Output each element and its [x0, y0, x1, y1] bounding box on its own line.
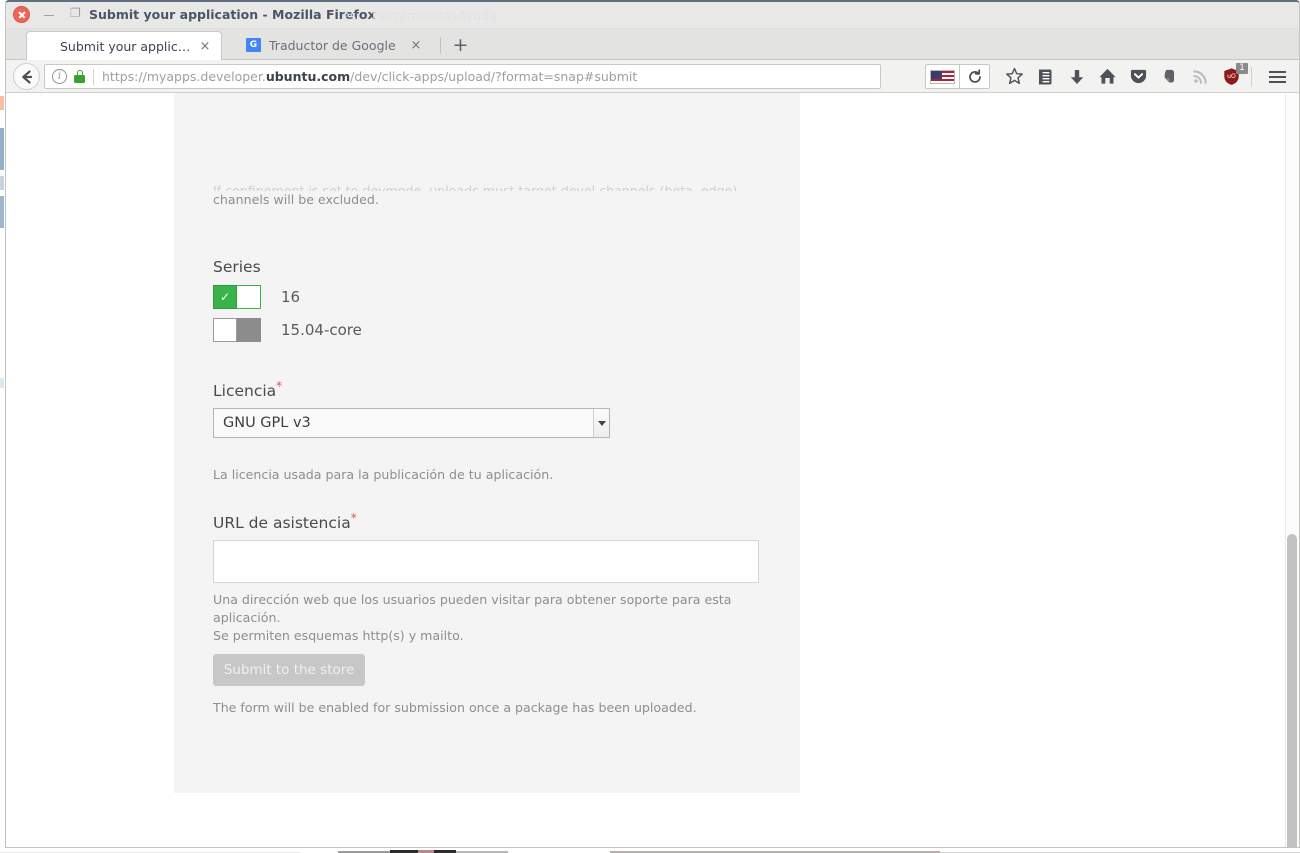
maximize-window-button[interactable] — [69, 5, 84, 22]
launcher-mark — [0, 196, 4, 228]
submit-to-store-button[interactable]: Submit to the store — [213, 654, 365, 686]
series-option-label: 15.04-core — [281, 321, 362, 339]
confinement-note: If confinement is set to devmode, upload… — [213, 182, 753, 209]
new-tab-button[interactable]: + — [450, 35, 471, 56]
downloads-icon[interactable] — [1061, 61, 1092, 92]
license-label-text: Licencia — [213, 382, 277, 401]
hamburger-menu-icon[interactable] — [1262, 61, 1293, 92]
library-icon[interactable] — [1030, 61, 1061, 92]
reload-icon — [968, 68, 981, 83]
close-icon[interactable]: × — [197, 40, 213, 53]
tab-strip: Submit your application × G Traductor de… — [6, 29, 1299, 60]
confinement-note-line1: If confinement is set to devmode, upload… — [213, 183, 742, 191]
series-option-label: 16 — [281, 288, 301, 306]
launcher-mark — [0, 96, 4, 110]
ublock-badge-count: 1 — [1236, 63, 1248, 74]
menu-ghost-item-1: Herramientas — [372, 8, 458, 23]
back-arrow-icon — [21, 70, 32, 83]
bookmark-star-icon[interactable] — [999, 61, 1030, 92]
minimize-window-button[interactable] — [42, 7, 57, 22]
tab-submit-your-application[interactable]: Submit your application × — [26, 31, 222, 60]
url-path: /dev/click-apps/upload/?format=snap#subm… — [350, 69, 638, 84]
url-text: https://myapps.developer.ubuntu.com/dev/… — [102, 69, 637, 84]
home-icon[interactable] — [1092, 61, 1123, 92]
support-url-field: URL de asistencia* Una dirección web que… — [213, 511, 773, 645]
support-url-help-line2: Se permiten esquemas http(s) y mailto. — [213, 628, 464, 644]
url-bar[interactable]: i https://myapps.developer.ubuntu.com/de… — [44, 64, 881, 89]
site-info-icon[interactable]: i — [52, 69, 67, 84]
tab-label: Submit your application — [60, 38, 197, 54]
lock-icon — [74, 70, 85, 83]
reload-button[interactable] — [959, 64, 990, 89]
submit-note: The form will be enabled for submission … — [213, 700, 697, 715]
google-translate-icon: G — [246, 37, 262, 54]
license-label: Licencia* — [213, 379, 610, 400]
series-toggle-1504-core[interactable] — [213, 318, 261, 342]
url-subdomain: myapps.developer. — [146, 69, 266, 84]
toggle-track — [237, 318, 261, 342]
window-controls — [13, 5, 84, 23]
series-toggle-16[interactable]: ✓ — [213, 285, 261, 309]
support-url-label-text: URL de asistencia — [213, 514, 351, 533]
vertical-scrollbar-thumb[interactable] — [1287, 534, 1297, 847]
close-icon[interactable]: × — [408, 39, 424, 52]
launcher-mark — [0, 128, 4, 170]
launcher-mark — [0, 378, 4, 388]
license-select[interactable]: GNU GPL v3 — [213, 408, 610, 439]
rss-feed-icon[interactable] — [1185, 61, 1216, 92]
launcher-mark — [0, 176, 4, 190]
check-icon: ✓ — [213, 285, 237, 309]
url-scheme: https:// — [102, 69, 147, 84]
url-divider — [93, 68, 94, 85]
svg-text:uO: uO — [1227, 73, 1236, 80]
required-marker: * — [276, 379, 283, 393]
us-flag-icon[interactable] — [925, 64, 959, 89]
submit-section: Submit to the store The form will be ena… — [213, 654, 697, 717]
support-url-help: Una dirección web que los usuarios puede… — [213, 591, 773, 645]
window-titlebar: Submit your application - Mozilla Firefo… — [6, 2, 1299, 29]
license-help-text: La licencia usada para la publicación de… — [213, 467, 554, 483]
menu-ghost-item-0: es — [342, 8, 357, 23]
support-url-input[interactable] — [213, 540, 759, 584]
toolbar-separator — [1251, 67, 1252, 86]
page-viewport: If confinement is set to devmode, upload… — [6, 93, 1299, 847]
navigation-toolbar: i https://myapps.developer.ubuntu.com/de… — [6, 60, 1299, 93]
bottom-screen-artifact — [0, 848, 1300, 853]
firefox-window: Submit your application - Mozilla Firefo… — [5, 0, 1300, 848]
series-option-1504-core[interactable]: 15.04-core — [213, 318, 362, 342]
close-window-button[interactable] — [13, 6, 30, 23]
tab-label: Traductor de Google — [269, 38, 396, 53]
chevron-down-icon[interactable] — [593, 409, 609, 438]
toggle-knob — [237, 285, 261, 309]
toggle-knob — [213, 318, 237, 342]
series-label: Series — [213, 258, 261, 276]
series-option-16[interactable]: ✓ 16 — [213, 285, 362, 309]
back-button[interactable] — [13, 63, 40, 90]
toolbar-icons: uO 1 — [925, 60, 1293, 93]
vertical-scrollbar-track[interactable] — [1285, 94, 1299, 847]
evernote-icon[interactable] — [1154, 61, 1185, 92]
required-marker: * — [350, 511, 357, 525]
series-field: Series ✓ 16 15.04-core — [213, 258, 362, 342]
window-title: Submit your application - Mozilla Firefo… — [89, 7, 376, 22]
ubuntu-icon — [37, 38, 53, 54]
tab-separator — [440, 37, 441, 54]
menu-ghost-item-2: Ayuda — [458, 8, 497, 23]
support-url-help-line1: Una dirección web que los usuarios puede… — [213, 592, 732, 626]
tab-traductor-de-google[interactable]: G Traductor de Google × — [236, 31, 432, 60]
license-field: Licencia* GNU GPL v3 La licencia usada p… — [213, 379, 610, 484]
support-url-label: URL de asistencia* — [213, 511, 773, 532]
license-selected-value: GNU GPL v3 — [223, 415, 311, 432]
confinement-note-line2: channels will be excluded. — [213, 192, 379, 207]
desktop: Submit your application - Mozilla Firefo… — [0, 0, 1300, 853]
pocket-icon[interactable] — [1123, 61, 1154, 92]
url-domain: ubuntu.com — [265, 69, 351, 84]
ublock-origin-icon[interactable]: uO 1 — [1216, 61, 1248, 92]
